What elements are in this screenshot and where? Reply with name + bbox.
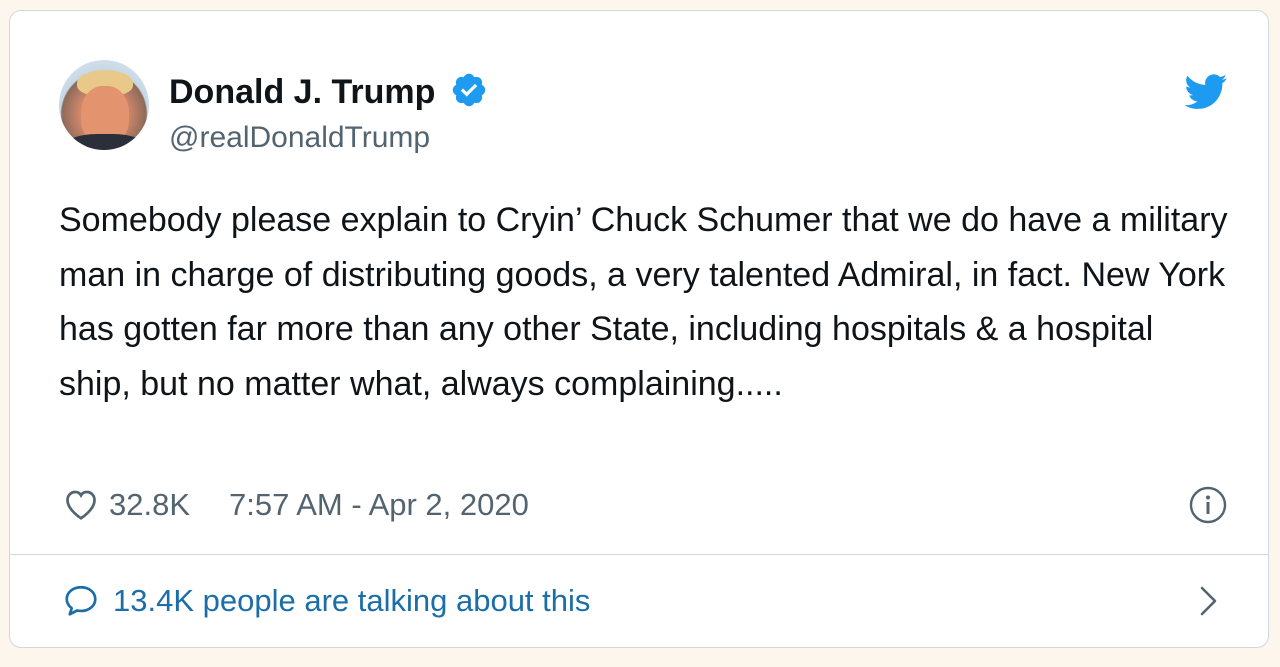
author-display-name[interactable]: Donald J. Trump [169, 72, 435, 112]
talking-about-link[interactable]: 13.4K people are talking about this [59, 579, 1228, 623]
author-handle[interactable]: @realDonaldTrump [169, 120, 488, 156]
avatar-suit [65, 134, 145, 150]
like-count[interactable]: 32.8K [109, 487, 190, 523]
verified-badge-icon [452, 73, 486, 107]
tweet-meta: 32.8K 7:57 AM - Apr 2, 2020 [59, 485, 1228, 527]
author-block: Donald J. Trump @realDonaldTrump [169, 72, 488, 156]
heart-icon[interactable] [63, 487, 99, 521]
chevron-right-icon [1200, 586, 1217, 616]
tweet-header: Donald J. Trump @realDonaldTrump [59, 60, 1228, 154]
tweet-timestamp[interactable]: 7:57 AM - Apr 2, 2020 [229, 487, 529, 523]
tweet-card: Donald J. Trump @realDonaldTrump Somebod… [9, 10, 1269, 648]
comment-icon [65, 585, 97, 616]
info-icon[interactable] [1188, 485, 1228, 525]
tweet-text: Somebody please explain to Cryin’ Chuck … [59, 201, 1228, 403]
avatar[interactable] [59, 60, 149, 150]
card-divider [10, 554, 1268, 555]
talking-about-text: 13.4K people are talking about this [113, 583, 591, 618]
bird-icon[interactable] [1184, 74, 1228, 110]
